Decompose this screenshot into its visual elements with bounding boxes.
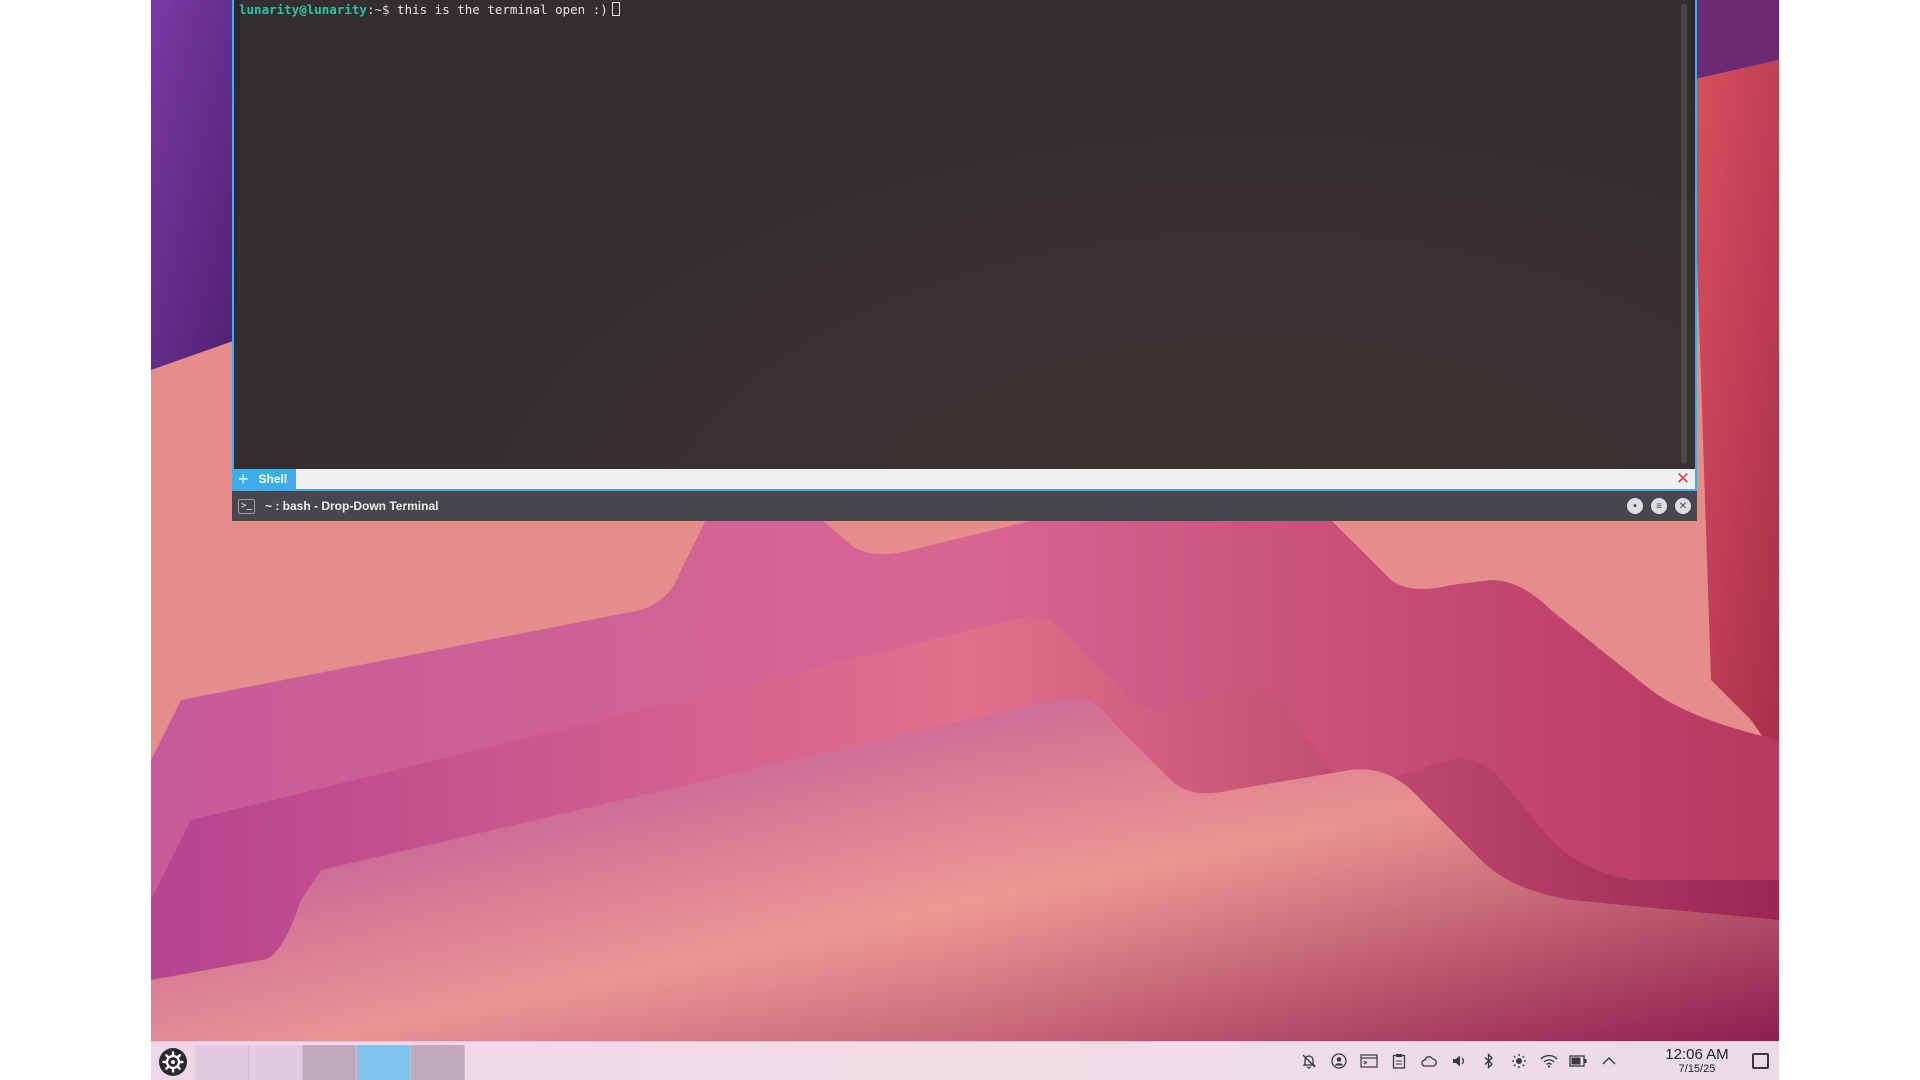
minimize-button[interactable]: • xyxy=(1627,498,1643,514)
virtual-desktop-pager xyxy=(195,1045,465,1080)
terminal-output[interactable]: lunarity@lunarity:~$ this is the termina… xyxy=(232,0,1697,469)
tab-shell[interactable]: + Shell xyxy=(234,469,296,489)
taskbar-panel: 12:06 AM 7/15/25 xyxy=(151,1041,1779,1080)
clock-date: 7/15/25 xyxy=(1678,1063,1716,1075)
digital-clock[interactable]: 12:06 AM 7/15/25 xyxy=(1655,1047,1739,1075)
user-icon[interactable] xyxy=(1329,1051,1349,1071)
terminal-scrollbar[interactable] xyxy=(1681,4,1687,464)
prompt-path: :~$ xyxy=(366,2,390,17)
desktop-2[interactable] xyxy=(249,1045,303,1080)
desktop-3[interactable] xyxy=(303,1045,357,1080)
desktop-screen: lunarity@lunarity:~$ this is the termina… xyxy=(151,0,1779,1080)
new-tab-icon[interactable]: + xyxy=(238,470,249,488)
prompt-user: lunarity@lunarity xyxy=(239,2,367,17)
weather-icon[interactable] xyxy=(1419,1051,1439,1071)
battery-icon[interactable] xyxy=(1569,1051,1589,1071)
clipboard-icon[interactable] xyxy=(1389,1051,1409,1071)
terminal-prompt-line: lunarity@lunarity:~$ this is the termina… xyxy=(239,2,620,17)
terminal-title-bar[interactable]: >_ ~ : bash - Drop-Down Terminal • ≡ ✕ xyxy=(232,491,1697,521)
bluetooth-icon[interactable] xyxy=(1479,1051,1499,1071)
tab-label: Shell xyxy=(258,472,288,486)
notifications-icon[interactable] xyxy=(1299,1051,1319,1071)
terminal-command-text: this is the terminal open :) xyxy=(389,2,608,17)
drop-down-terminal[interactable]: lunarity@lunarity:~$ this is the termina… xyxy=(232,0,1697,521)
menu-button[interactable]: ≡ xyxy=(1651,498,1667,514)
desktop-5[interactable] xyxy=(411,1045,465,1080)
app-launcher-button[interactable] xyxy=(159,1048,187,1076)
desktop-1[interactable] xyxy=(195,1045,249,1080)
kde-gear-icon xyxy=(162,1051,184,1073)
text-cursor xyxy=(611,2,620,16)
expand-tray-icon[interactable] xyxy=(1599,1051,1619,1071)
clock-time: 12:06 AM xyxy=(1665,1046,1729,1063)
window-title: ~ : bash - Drop-Down Terminal xyxy=(265,499,439,513)
brightness-icon[interactable] xyxy=(1509,1051,1529,1071)
close-window-button[interactable]: ✕ xyxy=(1675,498,1691,514)
terminal-app-icon: >_ xyxy=(238,498,255,514)
wifi-icon[interactable] xyxy=(1539,1051,1559,1071)
desktop-4[interactable] xyxy=(357,1045,411,1080)
close-tab-icon[interactable]: ✕ xyxy=(1675,470,1691,487)
volume-icon[interactable] xyxy=(1449,1051,1469,1071)
terminal-icon[interactable] xyxy=(1359,1051,1379,1071)
terminal-tab-bar: + Shell ✕ xyxy=(232,469,1697,491)
system-tray xyxy=(1299,1051,1619,1071)
window-controls: • ≡ ✕ xyxy=(1627,498,1691,514)
show-desktop-button[interactable] xyxy=(1752,1053,1769,1069)
